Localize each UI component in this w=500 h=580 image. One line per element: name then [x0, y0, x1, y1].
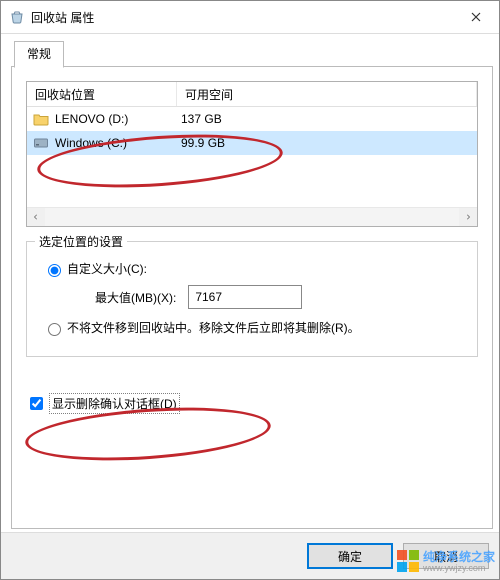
window-title: 回收站 属性 [31, 9, 453, 26]
tab-general[interactable]: 常规 [14, 41, 64, 68]
horizontal-scrollbar[interactable] [27, 207, 477, 226]
watermark: 纯净系统之家 www.ywjzy.com [397, 548, 495, 573]
col-available[interactable]: 可用空间 [177, 82, 477, 106]
watermark-url: www.ywjzy.com [423, 563, 495, 573]
max-size-input[interactable] [188, 285, 302, 309]
table-row[interactable]: LENOVO (D:) 137 GB [27, 107, 477, 131]
location-list[interactable]: 回收站位置 可用空间 LENOVO (D:) 137 GB Windows (C:)… [26, 81, 478, 227]
scroll-track[interactable] [45, 208, 459, 226]
properties-window: 回收站 属性 常规 回收站位置 可用空间 LENOVO (D:) 137 GB Wi… [0, 0, 500, 580]
list-header: 回收站位置 可用空间 [27, 82, 477, 107]
table-row[interactable]: Windows (C:) 99.9 GB [27, 131, 477, 155]
col-location[interactable]: 回收站位置 [27, 82, 177, 106]
confirm-delete-checkbox[interactable]: 显示删除确认对话框(D) [26, 393, 478, 414]
max-size-label: 最大值(MB)(X): [95, 289, 176, 306]
group-legend: 选定位置的设置 [35, 233, 127, 250]
confirm-delete-checkbox-label: 显示删除确认对话框(D) [49, 393, 180, 414]
radio-custom-size-label: 自定义大小(C): [67, 260, 147, 277]
radio-delete-immediately-input[interactable] [48, 323, 61, 336]
folder-icon [33, 111, 49, 127]
drive-name: LENOVO (D:) [55, 112, 128, 126]
scroll-left-button[interactable] [27, 208, 45, 226]
radio-delete-immediately-label: 不将文件移到回收站中。移除文件后立即将其删除(R)。 [67, 319, 360, 336]
radio-custom-size[interactable]: 自定义大小(C): [43, 260, 465, 277]
radio-custom-size-input[interactable] [48, 264, 61, 277]
drive-name: Windows (C:) [55, 136, 127, 150]
close-button[interactable] [453, 1, 499, 33]
windows-logo-icon [397, 550, 419, 572]
client-area: 常规 回收站位置 可用空间 LENOVO (D:) 137 GB Windows (… [11, 41, 493, 529]
drive-size: 99.9 GB [177, 136, 477, 150]
title-bar: 回收站 属性 [1, 1, 499, 34]
list-rows: LENOVO (D:) 137 GB Windows (C:) 99.9 GB [27, 107, 477, 207]
tab-strip: 常规 [11, 41, 493, 67]
drive-size: 137 GB [177, 112, 477, 126]
recycle-bin-icon [9, 9, 25, 25]
scroll-right-button[interactable] [459, 208, 477, 226]
confirm-delete-checkbox-input[interactable] [30, 397, 43, 410]
settings-group: 选定位置的设置 自定义大小(C): 最大值(MB)(X): 不将文件移到回收站中… [26, 241, 478, 357]
ok-button[interactable]: 确定 [307, 543, 393, 569]
max-size-row: 最大值(MB)(X): [95, 285, 465, 309]
radio-delete-immediately[interactable]: 不将文件移到回收站中。移除文件后立即将其删除(R)。 [43, 319, 465, 336]
tab-panel-general: 回收站位置 可用空间 LENOVO (D:) 137 GB Windows (C:)… [11, 66, 493, 529]
disk-icon [33, 135, 49, 151]
